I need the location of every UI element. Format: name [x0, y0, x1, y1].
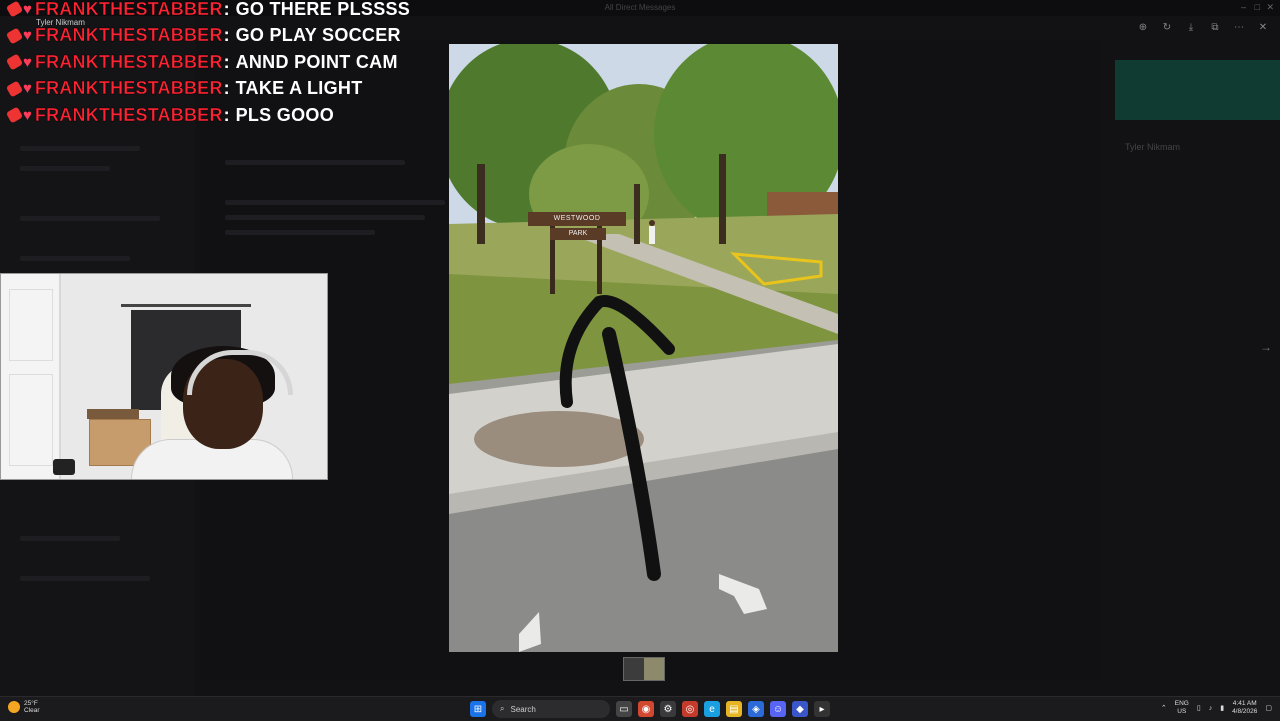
webcam-feed [0, 273, 328, 480]
sword-badge-icon [5, 53, 24, 71]
taskbar: 25°F Clear ⊞ ⌕ Search ▭ ◉ ⚙ ◎ e ▤ ◈ ☺ ◆ … [0, 696, 1280, 721]
system-tray: ⌃ ENG US ▯ ♪ ▮ 4:41 AM 4/8/2026 ▢ [1161, 700, 1272, 716]
profile-panel [1115, 60, 1280, 680]
settings-icon[interactable]: ⚙ [660, 701, 676, 717]
volume-icon[interactable]: ♪ [1209, 705, 1213, 712]
heart-badge-icon: ♥ [23, 80, 32, 98]
chat-message: ♥ FRANKTHESTABBER : PLS GOOO [5, 102, 410, 129]
heart-badge-icon: ♥ [23, 27, 32, 45]
overlay-username: Tyler Nikmam [36, 18, 85, 27]
heart-badge-icon: ♥ [23, 53, 32, 71]
heart-badge-icon: ♥ [23, 0, 32, 18]
weather-desc: Clear [24, 707, 40, 714]
clock[interactable]: 4:41 AM 4/8/2026 [1232, 700, 1257, 716]
app-icon[interactable]: ◈ [748, 701, 764, 717]
heart-badge-icon: ♥ [23, 106, 32, 124]
chat-separator: : [223, 0, 230, 19]
minimize-icon[interactable]: – [1241, 2, 1246, 12]
chrome-icon[interactable]: ◉ [638, 701, 654, 717]
chat-separator: : [223, 25, 230, 46]
profile-username: Tyler Nikmam [1125, 142, 1181, 152]
sword-badge-icon [5, 80, 24, 98]
chat-text: PLS GOOO [235, 104, 334, 125]
notification-icon[interactable]: ▢ [1265, 704, 1272, 712]
chat-username: FRANKTHESTABBER [34, 25, 223, 46]
discord-icon[interactable]: ☺ [770, 701, 786, 717]
chat-text: GO PLAY SOCCER [235, 25, 401, 46]
image-thumbnail[interactable] [623, 657, 665, 681]
weather-temp: 25°F [24, 700, 38, 707]
door [1, 274, 61, 479]
image-viewer-toolbar: ⊕ ↻ ⤓ ⧉ ⋯ ✕ [1136, 22, 1270, 33]
weather-widget[interactable]: 25°F Clear [8, 700, 40, 714]
park-sign-line2: PARK [550, 228, 606, 240]
zoom-in-icon[interactable]: ⊕ [1136, 22, 1150, 33]
sword-badge-icon [5, 106, 24, 124]
search-icon: ⌕ [500, 704, 505, 713]
street-view-image [449, 44, 838, 652]
clock-date: 4/8/2026 [1232, 708, 1258, 715]
app2-icon[interactable]: ◆ [792, 701, 808, 717]
chat-separator: : [223, 78, 230, 99]
more-icon[interactable]: ⋯ [1232, 22, 1246, 33]
close-icon[interactable]: ✕ [1266, 2, 1274, 13]
clock-time: 4:41 AM [1232, 700, 1257, 707]
close-viewer-icon[interactable]: ✕ [1256, 22, 1270, 33]
chat-username: FRANKTHESTABBER [34, 104, 223, 125]
chat-username: FRANKTHESTABBER [34, 51, 223, 72]
taskbar-search[interactable]: ⌕ Search [492, 700, 610, 718]
chat-separator: : [223, 104, 230, 125]
chat-separator: : [223, 51, 230, 72]
search-label: Search [510, 704, 536, 714]
file-explorer-icon[interactable]: ▤ [726, 701, 742, 717]
chat-message: ♥ FRANKTHESTABBER : ANND POINT CAM [5, 49, 410, 76]
open-external-icon[interactable]: ⧉ [1208, 22, 1222, 33]
chat-text: TAKE A LIGHT [235, 78, 363, 99]
task-view-icon[interactable]: ▭ [616, 701, 632, 717]
chat-message: ♥ FRANKTHESTABBER : TAKE A LIGHT [5, 76, 410, 103]
street-view-scene [449, 44, 838, 652]
chevron-up-icon[interactable]: ⌃ [1161, 704, 1167, 712]
chat-text: GO THERE PLSSSS [235, 0, 411, 19]
terminal-icon[interactable]: ▸ [814, 701, 830, 717]
park-sign-line1: WESTWOOD [528, 212, 626, 226]
chat-username: FRANKTHESTABBER [34, 78, 223, 99]
moon-icon [8, 701, 20, 713]
browser-icon[interactable]: ◎ [682, 701, 698, 717]
edge-icon[interactable]: e [704, 701, 720, 717]
sword-badge-icon [5, 0, 24, 18]
chat-username: FRANKTHESTABBER [34, 0, 223, 19]
next-image-arrow-icon[interactable]: → [1260, 340, 1272, 354]
start-button[interactable]: ⊞ [470, 701, 486, 717]
rotate-icon[interactable]: ↻ [1160, 22, 1174, 33]
sword-badge-icon [5, 27, 24, 45]
chat-text: ANND POINT CAM [235, 51, 398, 72]
profile-banner [1115, 60, 1280, 120]
download-icon[interactable]: ⤓ [1184, 22, 1198, 33]
language-indicator[interactable]: ENG US [1175, 700, 1189, 716]
maximize-icon[interactable]: □ [1255, 2, 1260, 12]
battery-icon[interactable]: ▮ [1220, 704, 1224, 712]
network-icon[interactable]: ▯ [1197, 704, 1201, 712]
